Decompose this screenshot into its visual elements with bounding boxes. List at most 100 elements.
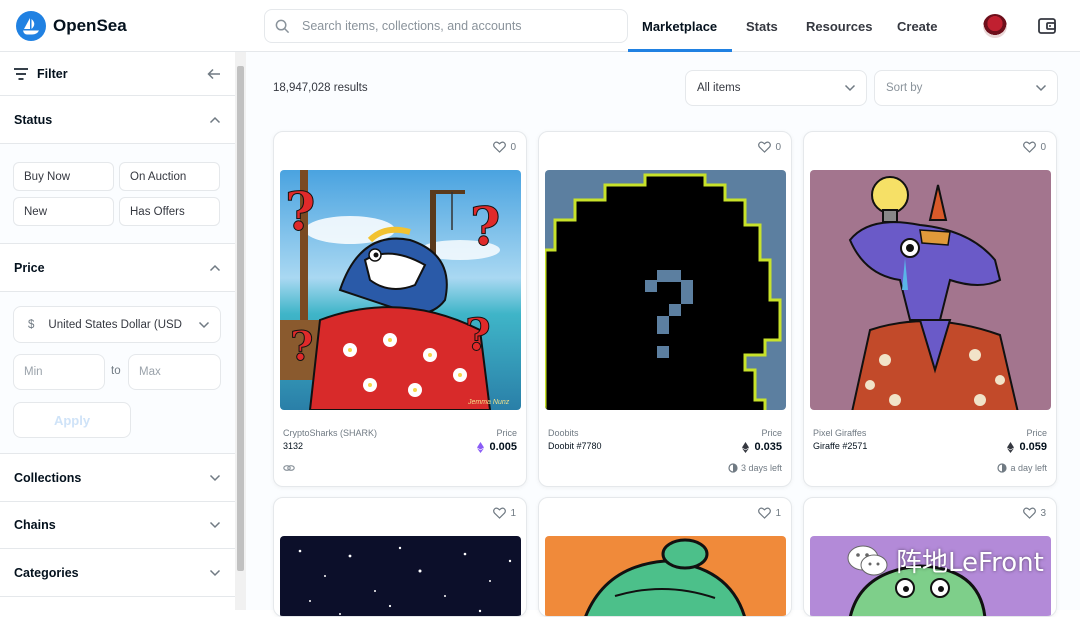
auction-timer: a day left: [997, 463, 1047, 473]
search-input[interactable]: [302, 19, 602, 33]
nft-card[interactable]: 0 ? ? ? ? Jemma Nunz CryptoSharks (SHARK…: [273, 131, 527, 487]
chains-title: Chains: [14, 518, 56, 532]
heart-icon: [493, 507, 507, 519]
price-section-header[interactable]: Price: [0, 244, 235, 292]
status-on-auction[interactable]: On Auction: [119, 162, 220, 191]
price-label: Price: [1026, 428, 1047, 438]
categories-section-header[interactable]: Categories: [0, 549, 235, 597]
sort-dropdown[interactable]: Sort by: [874, 70, 1058, 106]
eth-icon: [1007, 441, 1015, 453]
filter-icon: [14, 67, 28, 80]
favorite-button[interactable]: 0: [493, 141, 516, 153]
favorite-button[interactable]: 0: [758, 141, 781, 153]
collection-name[interactable]: Pixel Giraffes: [813, 428, 866, 438]
nft-card[interactable]: 0 Doobits Doobit #7780 Price 0.035 3 day…: [538, 131, 792, 487]
nft-image-giraffe[interactable]: [810, 170, 1051, 410]
sidebar-scrollbar[interactable]: [235, 52, 246, 610]
nft-card[interactable]: 1: [538, 497, 792, 617]
nav-resources[interactable]: Resources: [806, 0, 872, 52]
eth-icon: [742, 441, 750, 453]
nft-image-shark[interactable]: ? ? ? ? Jemma Nunz: [280, 170, 521, 410]
wallet-icon[interactable]: [1037, 16, 1057, 41]
eth-purple-icon: [477, 441, 485, 453]
currency-select[interactable]: $ United States Dollar (USD): [13, 306, 221, 343]
nft-image-stars[interactable]: [280, 536, 521, 616]
nav-create[interactable]: Create: [897, 0, 937, 52]
favorite-count: 3: [1040, 507, 1046, 519]
currency-symbol: $: [28, 318, 35, 331]
collapse-arrow-icon[interactable]: [207, 68, 221, 80]
opensea-logo-icon: [16, 11, 46, 41]
timer-icon: [728, 463, 738, 473]
heart-icon: [758, 507, 772, 519]
favorite-count: 0: [1040, 141, 1046, 153]
heart-icon: [493, 141, 507, 153]
nft-card[interactable]: 0 Pixel Giraffes Giraffe #2571 Price 0.0…: [803, 131, 1057, 487]
price-title: Price: [14, 260, 45, 275]
nft-card[interactable]: 1: [273, 497, 527, 617]
status-buy-now[interactable]: Buy Now: [13, 162, 114, 191]
apply-button[interactable]: Apply: [13, 402, 131, 438]
watermark-text: 阵地LeFront: [896, 548, 1044, 578]
favorite-count: 0: [510, 141, 516, 153]
auction-timer: 3 days left: [728, 463, 782, 473]
sort-placeholder: Sort by: [886, 82, 923, 94]
favorite-button[interactable]: 0: [1023, 141, 1046, 153]
top-header: OpenSea Marketplace Stats Resources Crea…: [0, 0, 1080, 52]
status-new[interactable]: New: [13, 197, 114, 226]
chains-section-header[interactable]: Chains: [0, 502, 235, 549]
link-icon: [283, 465, 295, 471]
filter-sidebar: Filter Status Buy Now On Auction New Has…: [0, 52, 235, 610]
filter-label: Filter: [37, 66, 68, 81]
collections-section-header[interactable]: Collections: [0, 454, 235, 502]
item-name: 3132: [283, 441, 304, 451]
timer-icon: [997, 463, 1008, 473]
categories-title: Categories: [14, 565, 79, 580]
price-max-input[interactable]: [128, 354, 221, 390]
collection-name[interactable]: Doobits: [548, 428, 579, 438]
favorite-button[interactable]: 1: [493, 507, 516, 519]
nav-stats[interactable]: Stats: [746, 0, 778, 52]
search-bar[interactable]: [264, 9, 628, 43]
chevron-down-icon: [1035, 84, 1047, 92]
favorite-count: 0: [775, 141, 781, 153]
favorite-count: 1: [510, 507, 516, 519]
chevron-down-icon: [209, 474, 221, 481]
heart-icon: [758, 141, 772, 153]
price-label: Price: [761, 428, 782, 438]
nft-image-green-character[interactable]: [545, 536, 786, 616]
art-signature: Jemma Nunz: [467, 399, 510, 406]
price-value: 0.035: [742, 441, 782, 453]
to-label: to: [111, 365, 121, 377]
profile-avatar[interactable]: [983, 14, 1007, 38]
price-value: 0.059: [1007, 441, 1047, 453]
filter-header[interactable]: Filter: [0, 52, 235, 96]
favorite-button[interactable]: 3: [1023, 507, 1046, 519]
status-section-header[interactable]: Status: [0, 96, 235, 144]
wechat-icon: [847, 545, 888, 575]
heart-icon: [1023, 507, 1037, 519]
svg-text:?: ?: [465, 310, 491, 361]
collections-title: Collections: [14, 470, 82, 485]
status-has-offers[interactable]: Has Offers: [119, 197, 220, 226]
svg-text:?: ?: [290, 323, 313, 370]
nav-marketplace[interactable]: Marketplace: [642, 0, 717, 52]
price-min-input[interactable]: [13, 354, 105, 390]
status-title: Status: [14, 112, 53, 127]
results-count: 18,947,028 results: [273, 82, 368, 94]
heart-icon: [1023, 141, 1037, 153]
status-options: Buy Now On Auction New Has Offers: [0, 144, 235, 244]
collection-name[interactable]: CryptoSharks (SHARK): [283, 428, 377, 438]
favorite-button[interactable]: 1: [758, 507, 781, 519]
opensea-logo[interactable]: OpenSea: [16, 11, 127, 41]
chevron-down-icon: [198, 321, 210, 328]
chevron-up-icon: [209, 116, 221, 123]
svg-text:?: ?: [470, 197, 500, 258]
price-label: Price: [496, 428, 517, 438]
nft-image-doobit[interactable]: [545, 170, 786, 410]
item-name: Giraffe #2571: [813, 441, 868, 451]
scrollbar-thumb[interactable]: [237, 66, 244, 571]
item-name: Doobit #7780: [548, 441, 602, 451]
chevron-down-icon: [209, 521, 221, 529]
items-filter-dropdown[interactable]: All items: [685, 70, 867, 106]
